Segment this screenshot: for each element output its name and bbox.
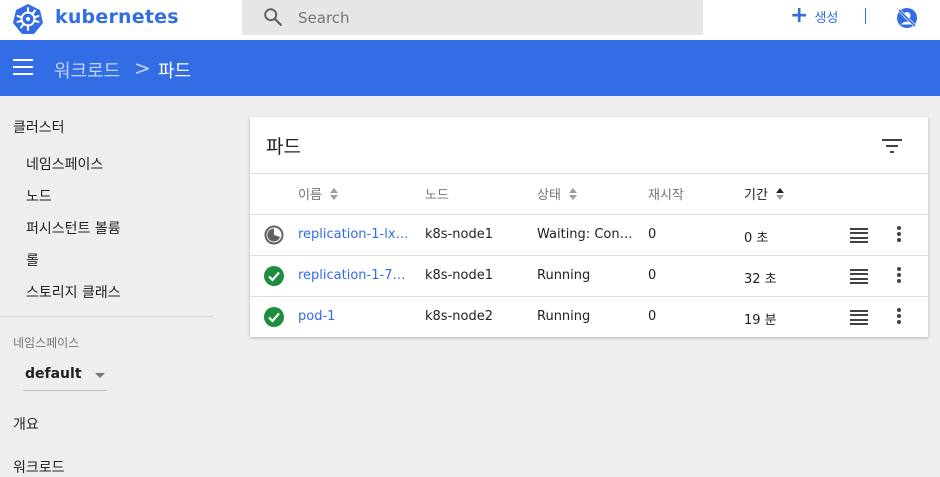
column-header-name[interactable]: 이름 xyxy=(298,184,339,203)
sort-ascending-icon xyxy=(775,187,784,200)
create-button[interactable]: + 생성 xyxy=(790,4,838,28)
column-header-label: 노드 xyxy=(425,188,449,203)
sidebar-divider xyxy=(0,316,213,317)
pod-restarts: 0 xyxy=(648,268,657,283)
sidebar-item-nodes[interactable]: 노드 xyxy=(26,186,52,206)
logs-icon[interactable] xyxy=(850,269,868,284)
sidebar-item-workloads[interactable]: 워크로드 xyxy=(13,457,65,477)
plus-icon: + xyxy=(790,3,809,28)
sort-icon xyxy=(329,187,338,200)
pod-age: 0 초 xyxy=(744,231,769,246)
top-bar: kubernetes + 생성 xyxy=(0,0,940,40)
breadcrumb-workloads[interactable]: 워크로드 xyxy=(54,57,120,83)
table-row[interactable]: replication-1-78... k8s-node1 Running 0 … xyxy=(250,255,928,297)
pod-name-link[interactable]: replication-1-lxf... xyxy=(298,227,410,242)
table-row[interactable]: pod-1 k8s-node2 Running 0 19 분 xyxy=(250,296,928,338)
pod-node: k8s-node2 xyxy=(425,309,493,324)
logs-icon[interactable] xyxy=(850,310,868,325)
dropdown-arrow-icon xyxy=(95,373,105,378)
sidebar-item-overview[interactable]: 개요 xyxy=(13,414,39,434)
pod-restarts: 0 xyxy=(648,227,657,242)
pods-card: 파드 이름 노드 상태 재시작 기간 replication-1-lxf... … xyxy=(250,117,928,337)
sidebar-item-persistent-volumes[interactable]: 퍼시스턴트 볼륨 xyxy=(26,218,121,238)
column-header-label: 상태 xyxy=(537,188,561,203)
pod-age: 32 초 xyxy=(744,272,777,287)
column-header-node: 노드 xyxy=(425,184,449,203)
brand-name[interactable]: kubernetes xyxy=(55,6,179,28)
pod-node: k8s-node1 xyxy=(425,227,493,242)
pod-name-link[interactable]: pod-1 xyxy=(298,309,410,324)
pod-status: Waiting: Cont... xyxy=(537,227,635,242)
sort-icon xyxy=(568,187,577,200)
breadcrumb-current: 파드 xyxy=(158,61,192,82)
sidebar: 클러스터 네임스페이스 노드 퍼시스턴트 볼륨 롤 스토리지 클래스 네임스페이… xyxy=(0,96,225,477)
pod-age: 19 분 xyxy=(744,313,777,328)
filter-icon[interactable] xyxy=(881,137,903,155)
hamburger-menu-icon[interactable] xyxy=(13,59,33,75)
sidebar-item-storage-classes[interactable]: 스토리지 클래스 xyxy=(26,282,121,302)
column-header-label: 기간 xyxy=(744,188,768,203)
search-input[interactable] xyxy=(296,6,690,30)
pod-status: Running xyxy=(537,309,591,324)
column-header-label: 이름 xyxy=(298,188,322,203)
namespace-selected-value: default xyxy=(25,366,82,382)
logs-icon[interactable] xyxy=(850,228,868,243)
sidebar-item-namespaces[interactable]: 네임스페이스 xyxy=(26,154,103,174)
pod-name-link[interactable]: replication-1-78... xyxy=(298,268,410,283)
search-icon xyxy=(264,8,282,26)
column-header-age[interactable]: 기간 xyxy=(744,184,785,203)
card-title: 파드 xyxy=(266,136,301,158)
toolbar-divider xyxy=(865,8,866,24)
breadcrumb-separator-icon: > xyxy=(134,56,151,80)
more-vert-icon[interactable] xyxy=(896,267,902,287)
more-vert-icon[interactable] xyxy=(896,226,902,246)
check-circle-icon xyxy=(264,266,284,286)
more-vert-icon[interactable] xyxy=(896,308,902,328)
column-header-restarts: 재시작 xyxy=(648,184,684,203)
namespace-label: 네임스페이스 xyxy=(13,336,80,350)
check-circle-icon xyxy=(264,307,284,327)
app-bar: 워크로드 > 파드 xyxy=(0,40,940,96)
pod-status: Running xyxy=(537,268,591,283)
create-label: 생성 xyxy=(814,10,839,26)
namespace-select[interactable]: default xyxy=(23,358,107,391)
user-account-icon[interactable] xyxy=(895,6,919,30)
pending-icon xyxy=(264,225,284,245)
pod-node: k8s-node1 xyxy=(425,268,493,283)
kubernetes-logo-icon[interactable] xyxy=(12,3,44,35)
pod-restarts: 0 xyxy=(648,309,657,324)
sidebar-item-roles[interactable]: 롤 xyxy=(26,250,39,270)
table-row[interactable]: replication-1-lxf... k8s-node1 Waiting: … xyxy=(250,214,928,256)
sidebar-section-cluster[interactable]: 클러스터 xyxy=(13,117,65,137)
column-header-label: 재시작 xyxy=(648,188,684,203)
column-header-status[interactable]: 상태 xyxy=(537,184,578,203)
header-divider xyxy=(250,173,928,174)
